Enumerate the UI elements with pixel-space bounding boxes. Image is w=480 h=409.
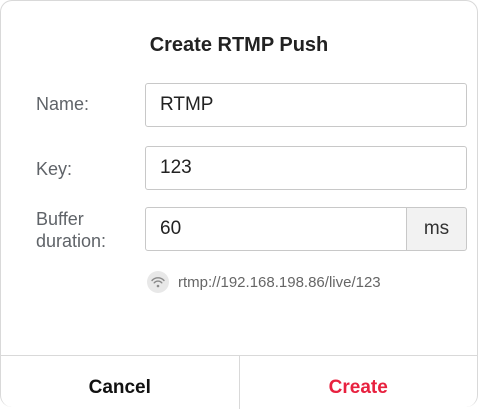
cancel-button[interactable]: Cancel <box>1 356 240 409</box>
rtmp-url-text: rtmp://192.168.198.86/live/123 <box>178 273 381 291</box>
key-field[interactable]: 123 <box>145 146 467 190</box>
buffer-unit: ms <box>406 207 467 251</box>
buffer-label-line2: duration: <box>36 231 107 251</box>
create-button[interactable]: Create <box>240 356 478 409</box>
rtmp-url-row: rtmp://192.168.198.86/live/123 <box>147 271 381 293</box>
name-field[interactable]: RTMP <box>145 83 467 127</box>
dialog-title: Create RTMP Push <box>149 34 329 56</box>
buffer-label-line1: Buffer <box>36 209 84 229</box>
dialog-footer: Cancel Create <box>1 355 477 409</box>
key-label: Key: <box>36 159 73 179</box>
create-rtmp-push-dialog: Create RTMP Push Name: RTMP Key: 123 Buf… <box>0 0 478 409</box>
buffer-duration-field[interactable]: 60 <box>145 207 408 251</box>
wifi-icon <box>147 271 169 293</box>
buffer-duration-label: Buffer duration: <box>36 208 106 252</box>
name-label: Name: <box>36 94 90 114</box>
